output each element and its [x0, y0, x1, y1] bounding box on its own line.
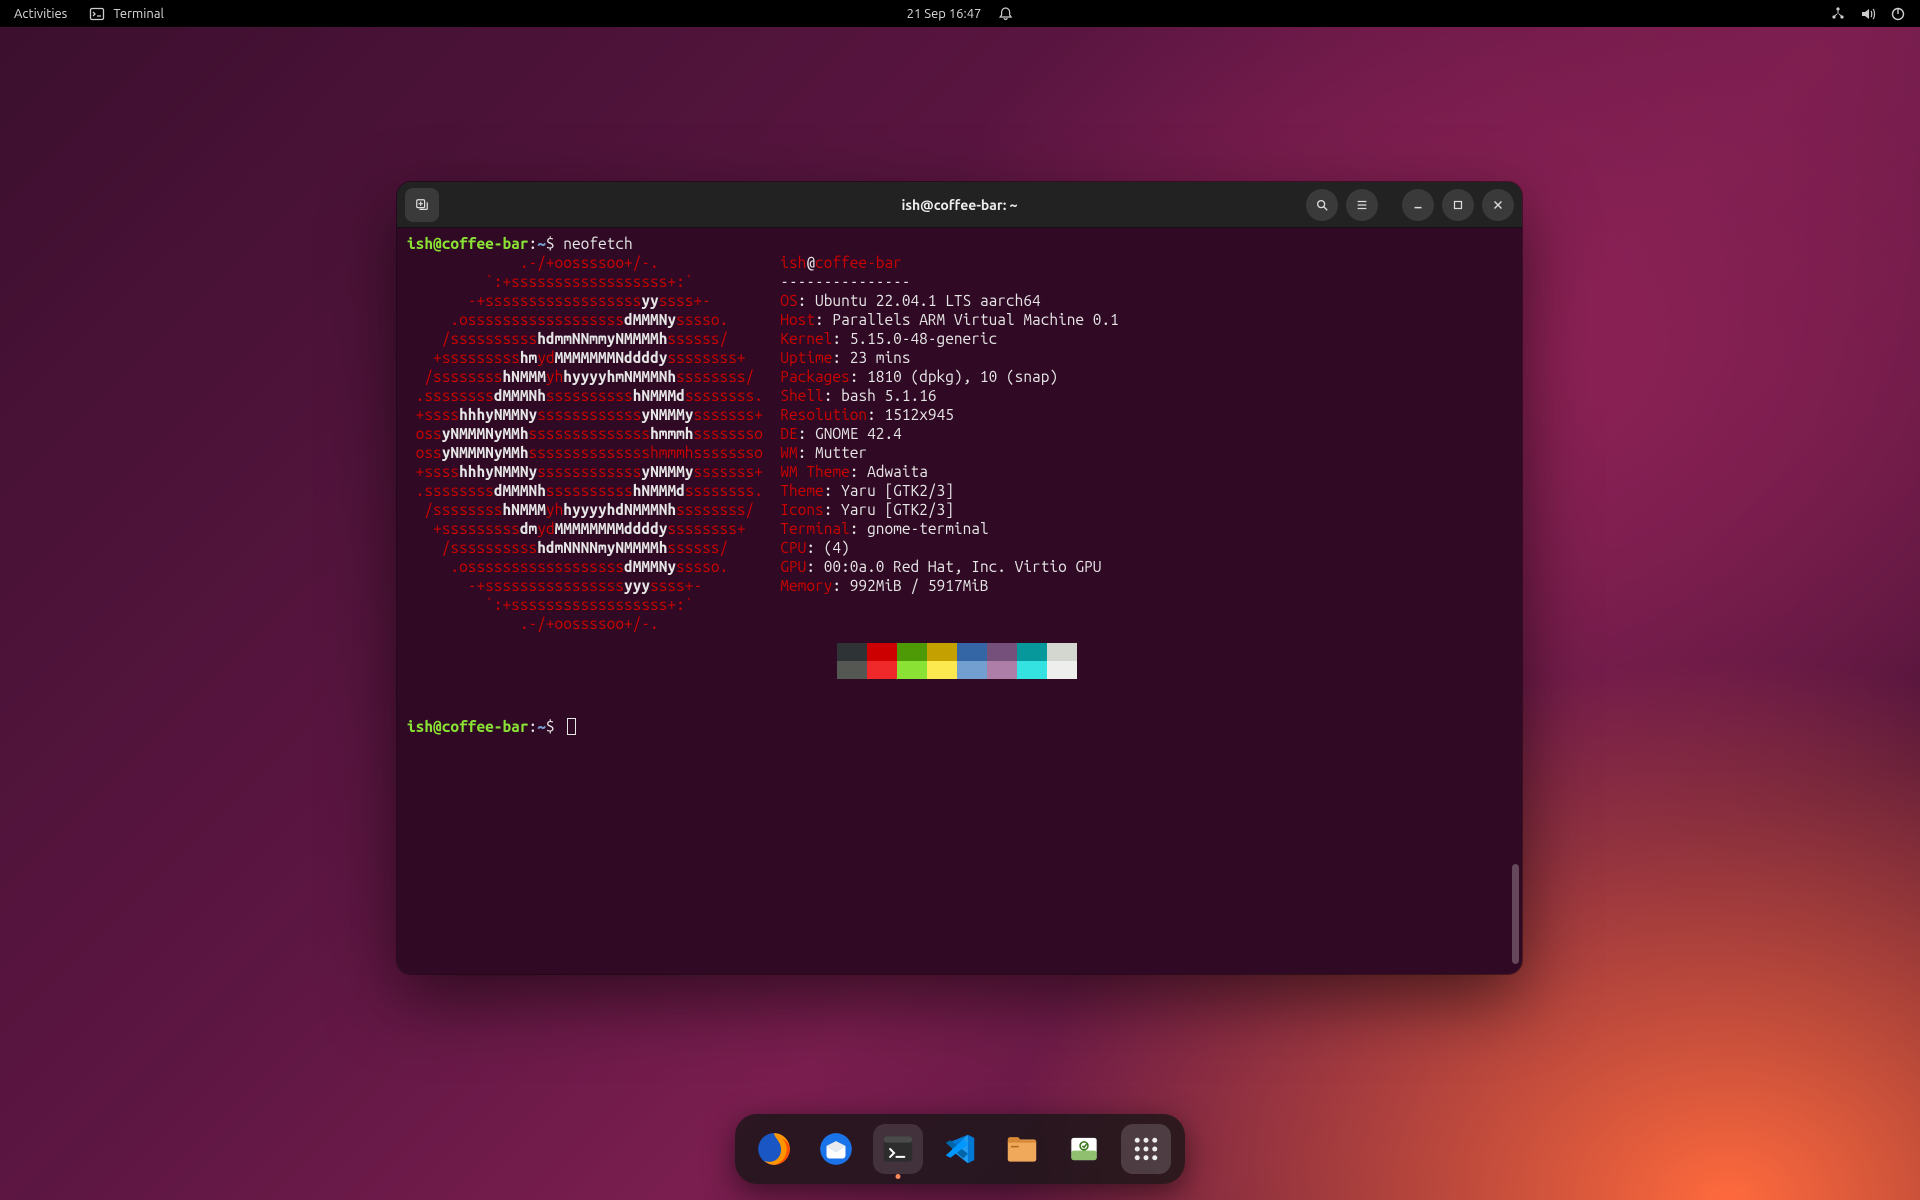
window-title: ish@coffee-bar: ~ [901, 197, 1017, 213]
maximize-button[interactable] [1442, 189, 1474, 221]
color-swatches-row2 [837, 661, 1512, 679]
scrollbar-thumb[interactable] [1512, 864, 1519, 964]
clock[interactable]: 21 Sep 16:47 [907, 7, 982, 21]
dock-firefox[interactable] [749, 1124, 799, 1174]
dock-vscode[interactable] [935, 1124, 985, 1174]
window-titlebar[interactable]: ish@coffee-bar: ~ [397, 182, 1522, 228]
dock-files[interactable] [997, 1124, 1047, 1174]
close-button[interactable] [1482, 189, 1514, 221]
terminal-window: ish@coffee-bar: ~ ish@coffee-bar:~$ neof… [397, 182, 1522, 974]
dock-show-applications[interactable] [1121, 1124, 1171, 1174]
app-menu-label: Terminal [113, 7, 164, 21]
dock-terminal[interactable] [873, 1124, 923, 1174]
dock-software[interactable] [1059, 1124, 1109, 1174]
volume-icon[interactable] [1860, 6, 1876, 22]
power-icon[interactable] [1890, 6, 1906, 22]
dock [735, 1114, 1185, 1184]
running-indicator-dot [896, 1174, 901, 1179]
color-swatches-row1 [837, 643, 1512, 661]
search-button[interactable] [1306, 189, 1338, 221]
activities-button[interactable]: Activities [14, 7, 67, 21]
hamburger-menu-button[interactable] [1346, 189, 1378, 221]
app-menu[interactable]: Terminal [89, 6, 164, 22]
new-tab-button[interactable] [405, 188, 439, 222]
terminal-output[interactable]: ish@coffee-bar:~$ neofetch .-/+oossssoo+… [397, 228, 1522, 974]
cursor [567, 718, 576, 735]
dock-thunderbird[interactable] [811, 1124, 861, 1174]
notification-bell-icon[interactable] [997, 6, 1013, 22]
network-icon[interactable] [1830, 6, 1846, 22]
terminal-icon [89, 6, 105, 22]
minimize-button[interactable] [1402, 189, 1434, 221]
gnome-top-bar: Activities Terminal 21 Sep 16:47 [0, 0, 1920, 27]
